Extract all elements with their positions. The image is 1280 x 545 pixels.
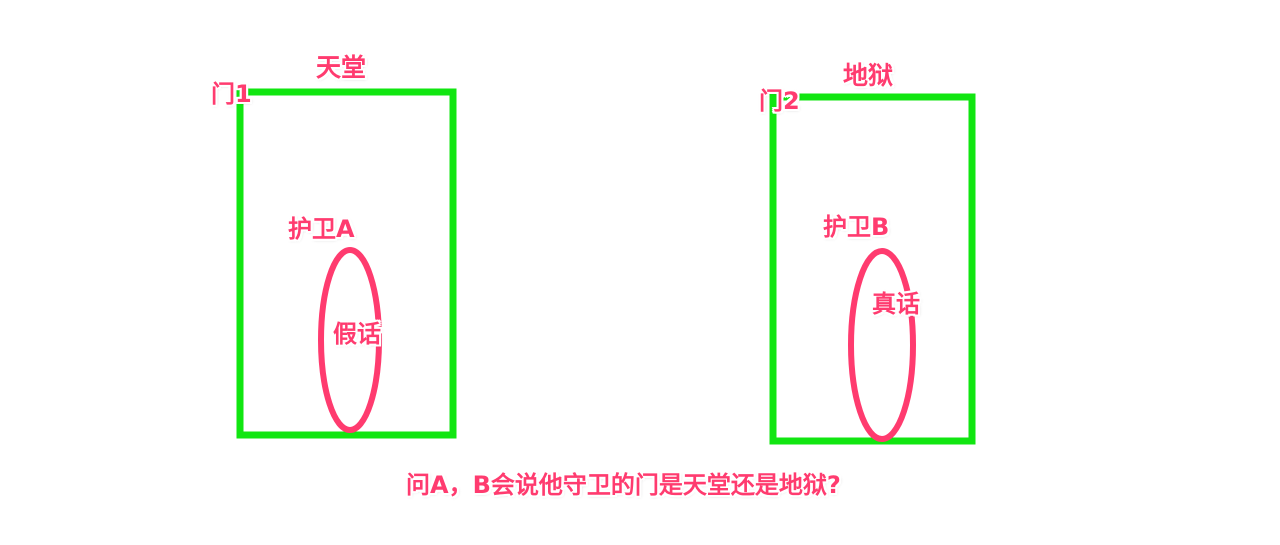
heaven-label: 天堂 bbox=[316, 53, 367, 82]
hell-label: 地狱 bbox=[843, 61, 894, 90]
door-2-frame bbox=[769, 93, 976, 445]
guard-b-label: 护卫B bbox=[823, 213, 890, 241]
door-1-label: 门1 bbox=[211, 80, 252, 108]
question-text: 问A，B会说他守卫的门是天堂还是地狱? bbox=[406, 471, 841, 499]
truth-label: 真话 bbox=[872, 290, 920, 318]
diagram-canvas bbox=[236, 88, 976, 445]
guard-b-ellipse bbox=[848, 248, 916, 442]
door-2-label: 门2 bbox=[759, 87, 800, 115]
door-1-frame bbox=[236, 88, 457, 439]
lie-label: 假话 bbox=[333, 320, 381, 348]
guard-a-label: 护卫A bbox=[288, 215, 355, 243]
